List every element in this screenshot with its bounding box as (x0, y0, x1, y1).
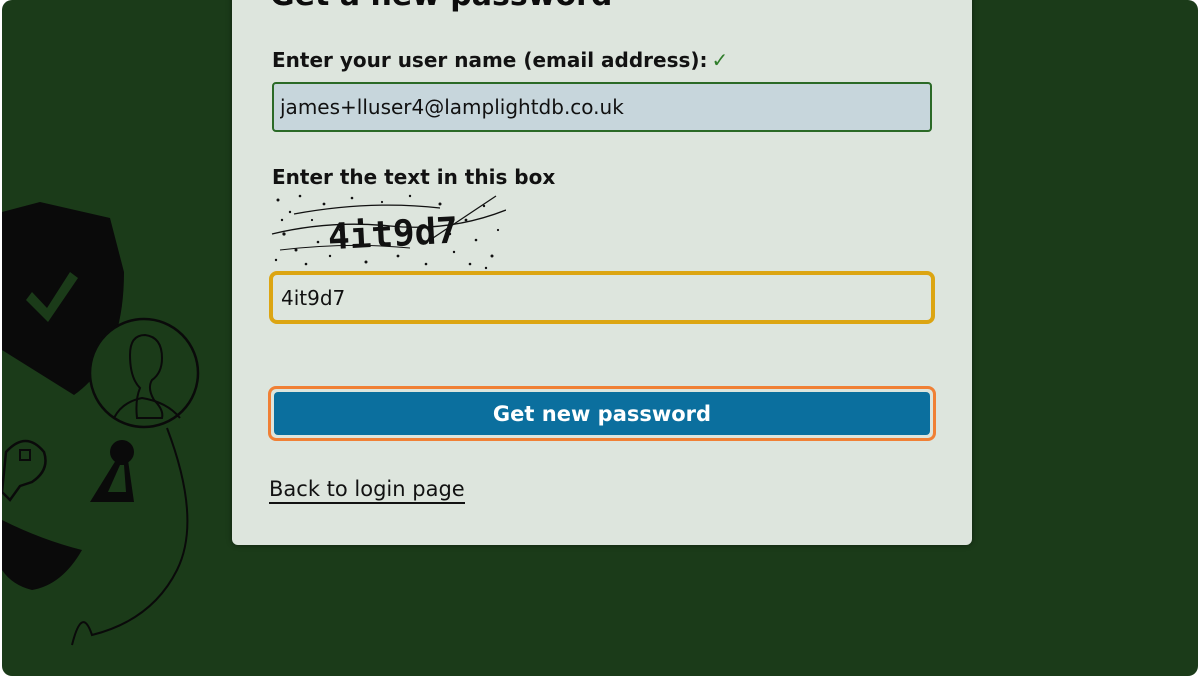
user-avatar-icon (88, 317, 200, 429)
get-new-password-button[interactable]: Get new password (274, 392, 930, 435)
submit-button-focus-ring: Get new password (268, 386, 936, 441)
username-label-text: Enter your user name (email address): (272, 48, 708, 72)
page-title: Get a new password (270, 0, 612, 13)
key-icon (2, 439, 47, 502)
username-label: Enter your user name (email address): ✓ (272, 48, 728, 72)
keyhole-icon (90, 440, 134, 502)
back-to-login-link[interactable]: Back to login page (269, 477, 465, 504)
security-illustration (2, 202, 200, 646)
captcha-image: 4it9d7 (271, 194, 506, 270)
password-reset-card: Get a new password Enter your user name … (232, 0, 972, 545)
username-email-input[interactable] (272, 82, 932, 132)
captcha-text: 4it9d7 (327, 210, 459, 258)
valid-check-icon: ✓ (711, 48, 729, 72)
captcha-label: Enter the text in this box (272, 165, 556, 189)
captcha-input[interactable] (269, 271, 935, 324)
page-background: Get a new password Enter your user name … (2, 0, 1198, 676)
